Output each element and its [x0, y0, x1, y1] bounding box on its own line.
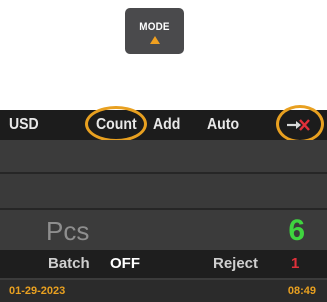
currency-label[interactable]: USD [9, 116, 39, 134]
date-readout: 01-29-2023 [9, 285, 66, 297]
mode-count[interactable]: Count [96, 116, 137, 134]
mode-add[interactable]: Add [153, 116, 180, 134]
mode-auto[interactable]: Auto [207, 116, 239, 134]
batch-value: OFF [110, 255, 140, 272]
batch-reject-row: Batch OFF Reject 1 [0, 250, 327, 278]
reject-count: 1 [291, 255, 300, 272]
screen: MODE USD Count Add Auto Pcs 6 Batch OFF … [0, 0, 327, 302]
pcs-row: Pcs 6 [0, 210, 327, 250]
pcs-label: Pcs [46, 216, 90, 246]
mode-button-label: MODE [139, 21, 170, 33]
exit-icon[interactable] [286, 117, 310, 133]
blank-row-1 [0, 140, 327, 172]
lcd-display: USD Count Add Auto Pcs 6 Batch OFF Rejec… [0, 105, 327, 302]
status-bar: 01-29-2023 08:49 [0, 280, 327, 302]
pcs-count: 6 [288, 214, 305, 247]
blank-row-2 [0, 174, 327, 208]
reject-label: Reject [213, 255, 259, 272]
mode-bar: USD Count Add Auto [0, 105, 327, 143]
time-readout: 08:49 [287, 285, 316, 297]
mode-button[interactable]: MODE [125, 8, 184, 54]
up-triangle-icon [149, 36, 160, 44]
batch-label: Batch [48, 255, 90, 272]
